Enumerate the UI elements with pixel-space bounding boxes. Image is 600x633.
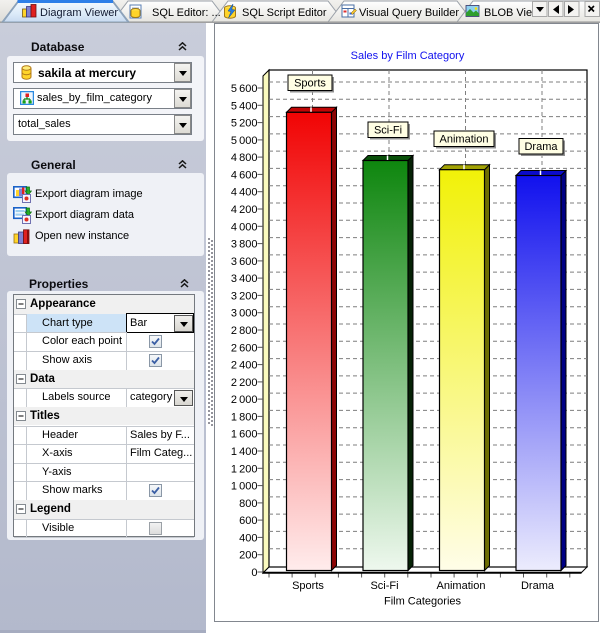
- svg-text:4 600: 4 600: [231, 169, 258, 181]
- svg-text:3 800: 3 800: [231, 239, 258, 251]
- svg-text:Sci-Fi: Sci-Fi: [374, 125, 402, 137]
- svg-text:Visual Query Builder: Visual Query Builder: [359, 7, 459, 19]
- svg-text:5 000: 5 000: [231, 135, 258, 147]
- svg-text:3 600: 3 600: [231, 256, 258, 268]
- svg-text:2 800: 2 800: [231, 325, 258, 337]
- svg-text:2 400: 2 400: [231, 360, 258, 372]
- svg-text:Sci-Fi: Sci-Fi: [370, 580, 398, 592]
- svg-text:Diagram Viewer: Diagram Viewer: [40, 7, 118, 19]
- svg-text:4 200: 4 200: [231, 204, 258, 216]
- svg-text:5 400: 5 400: [231, 100, 258, 112]
- svg-text:Sales by Film Category: Sales by Film Category: [351, 50, 465, 62]
- svg-text:SQL Script Editor: SQL Script Editor: [242, 7, 327, 19]
- svg-text:4 400: 4 400: [231, 187, 258, 199]
- svg-text:2 000: 2 000: [231, 394, 258, 406]
- svg-text:2 200: 2 200: [231, 377, 258, 389]
- svg-text:Animation: Animation: [437, 580, 486, 592]
- svg-text:2 600: 2 600: [231, 342, 258, 354]
- svg-text:1 400: 1 400: [231, 446, 258, 458]
- svg-text:400: 400: [239, 532, 257, 544]
- svg-text:1 600: 1 600: [231, 429, 258, 441]
- svg-text:Drama: Drama: [524, 141, 558, 153]
- svg-text:1 200: 1 200: [231, 463, 258, 475]
- svg-text:1 000: 1 000: [231, 481, 258, 493]
- svg-text:3 400: 3 400: [231, 273, 258, 285]
- svg-text:Drama: Drama: [521, 580, 555, 592]
- svg-text:5 600: 5 600: [231, 83, 258, 95]
- svg-text:BLOB View: BLOB View: [484, 7, 540, 19]
- svg-text:3 200: 3 200: [231, 290, 258, 302]
- svg-text:Sports: Sports: [294, 78, 326, 90]
- svg-text:Film Categories: Film Categories: [384, 596, 462, 608]
- svg-text:800: 800: [239, 498, 257, 510]
- svg-text:4 800: 4 800: [231, 152, 258, 164]
- svg-text:Sports: Sports: [292, 580, 324, 592]
- svg-text:200: 200: [239, 550, 257, 562]
- svg-text:3 000: 3 000: [231, 308, 258, 320]
- svg-text:5 200: 5 200: [231, 118, 258, 130]
- svg-text:1 800: 1 800: [231, 411, 258, 423]
- svg-text:Animation: Animation: [440, 134, 489, 146]
- svg-text:600: 600: [239, 515, 257, 527]
- svg-text:0: 0: [251, 567, 257, 579]
- svg-text:4 000: 4 000: [231, 221, 258, 233]
- svg-text:SQL Editor: ...: SQL Editor: ...: [152, 7, 221, 19]
